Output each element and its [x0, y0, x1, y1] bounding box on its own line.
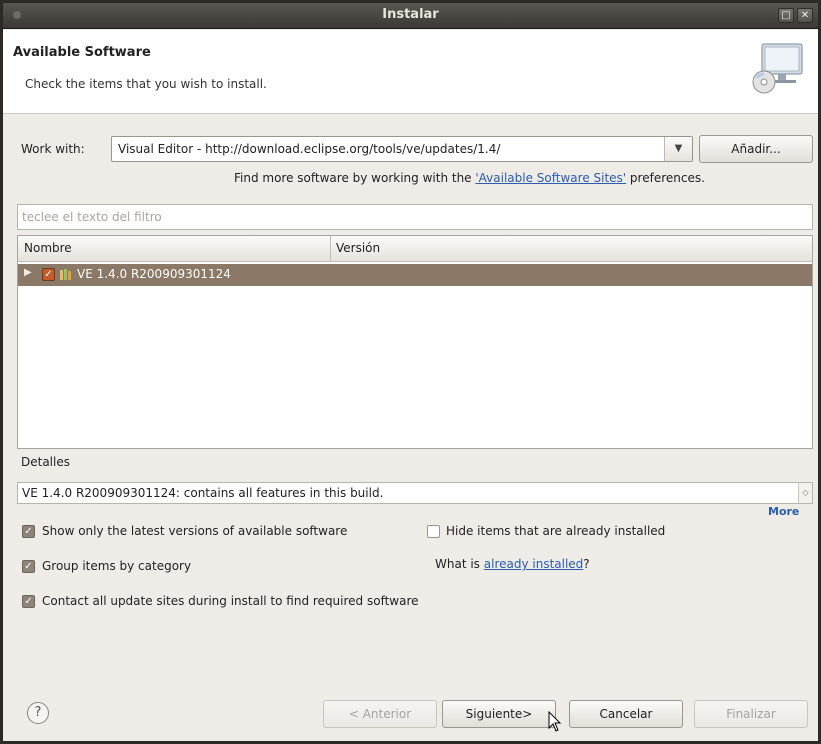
filter-input[interactable] — [18, 205, 812, 229]
column-header-name[interactable]: Nombre — [24, 241, 72, 255]
help-icon[interactable]: ? — [27, 702, 49, 724]
details-label: Detalles — [21, 455, 70, 469]
more-link[interactable]: More — [768, 505, 799, 518]
maximize-icon[interactable]: □ — [778, 8, 794, 23]
install-monitor-icon — [752, 43, 803, 94]
latest-versions-label[interactable]: Show only the latest versions of availab… — [42, 524, 347, 538]
page-description: Check the items that you wish to install… — [25, 77, 267, 91]
title-bar: Instalar □ ✕ — [3, 3, 818, 29]
already-installed-link[interactable]: already installed — [484, 557, 584, 571]
what-is-prefix: What is — [435, 557, 484, 571]
work-with-combo[interactable]: Visual Editor - http://download.eclipse.… — [111, 136, 693, 162]
work-with-label: Work with: — [21, 142, 85, 156]
row-checkbox[interactable]: ✓ — [42, 268, 55, 281]
contact-sites-checkbox[interactable]: ✓ — [22, 595, 35, 608]
details-scrollbar[interactable]: ◇ — [798, 483, 812, 503]
what-is-installed-text: What is already installed? — [435, 557, 590, 571]
table-header: Nombre Versión — [18, 236, 812, 262]
filter-field[interactable] — [17, 204, 813, 230]
find-more-text: Find more software by working with the '… — [234, 171, 705, 185]
available-sites-link[interactable]: 'Available Software Sites' — [475, 171, 626, 185]
chevron-down-icon[interactable]: ▼ — [664, 137, 692, 161]
back-button[interactable]: < Anterior — [323, 700, 437, 728]
wizard-header: Available Software Check the items that … — [3, 30, 818, 114]
mouse-pointer-icon — [548, 711, 562, 732]
expand-arrow-icon[interactable]: ▶ — [24, 267, 32, 278]
find-more-prefix: Find more software by working with the — [234, 171, 476, 185]
group-category-label[interactable]: Group items by category — [42, 559, 191, 573]
hide-installed-label[interactable]: Hide items that are already installed — [446, 524, 665, 538]
feature-group-icon — [60, 269, 71, 280]
add-site-button[interactable]: Añadir... — [699, 135, 813, 163]
next-button[interactable]: Siguiente> — [442, 700, 556, 728]
close-icon[interactable]: ✕ — [797, 8, 813, 23]
hide-installed-checkbox[interactable] — [427, 525, 440, 538]
find-more-suffix: preferences. — [626, 171, 705, 185]
contact-sites-label[interactable]: Contact all update sites during install … — [42, 594, 419, 608]
finish-button[interactable]: Finalizar — [694, 700, 808, 728]
details-box: VE 1.4.0 R200909301124: contains all fea… — [17, 482, 813, 504]
what-is-suffix: ? — [583, 557, 590, 571]
column-header-version[interactable]: Versión — [336, 241, 380, 255]
page-title: Available Software — [13, 45, 151, 60]
work-with-value: Visual Editor - http://download.eclipse.… — [118, 142, 501, 156]
group-category-checkbox[interactable]: ✓ — [22, 560, 35, 573]
latest-versions-checkbox[interactable]: ✓ — [22, 525, 35, 538]
install-dialog: Instalar □ ✕ Available Software Check th… — [2, 2, 819, 742]
column-divider[interactable] — [330, 236, 331, 262]
row-name: VE 1.4.0 R200909301124 — [77, 267, 231, 281]
cancel-button[interactable]: Cancelar — [569, 700, 683, 728]
table-row[interactable]: ▶ ✓ VE 1.4.0 R200909301124 — [18, 264, 812, 286]
details-text: VE 1.4.0 R200909301124: contains all fea… — [22, 486, 384, 500]
software-table: Nombre Versión ▶ ✓ VE 1.4.0 R20090930112… — [17, 235, 813, 449]
window-title: Instalar — [382, 7, 439, 22]
